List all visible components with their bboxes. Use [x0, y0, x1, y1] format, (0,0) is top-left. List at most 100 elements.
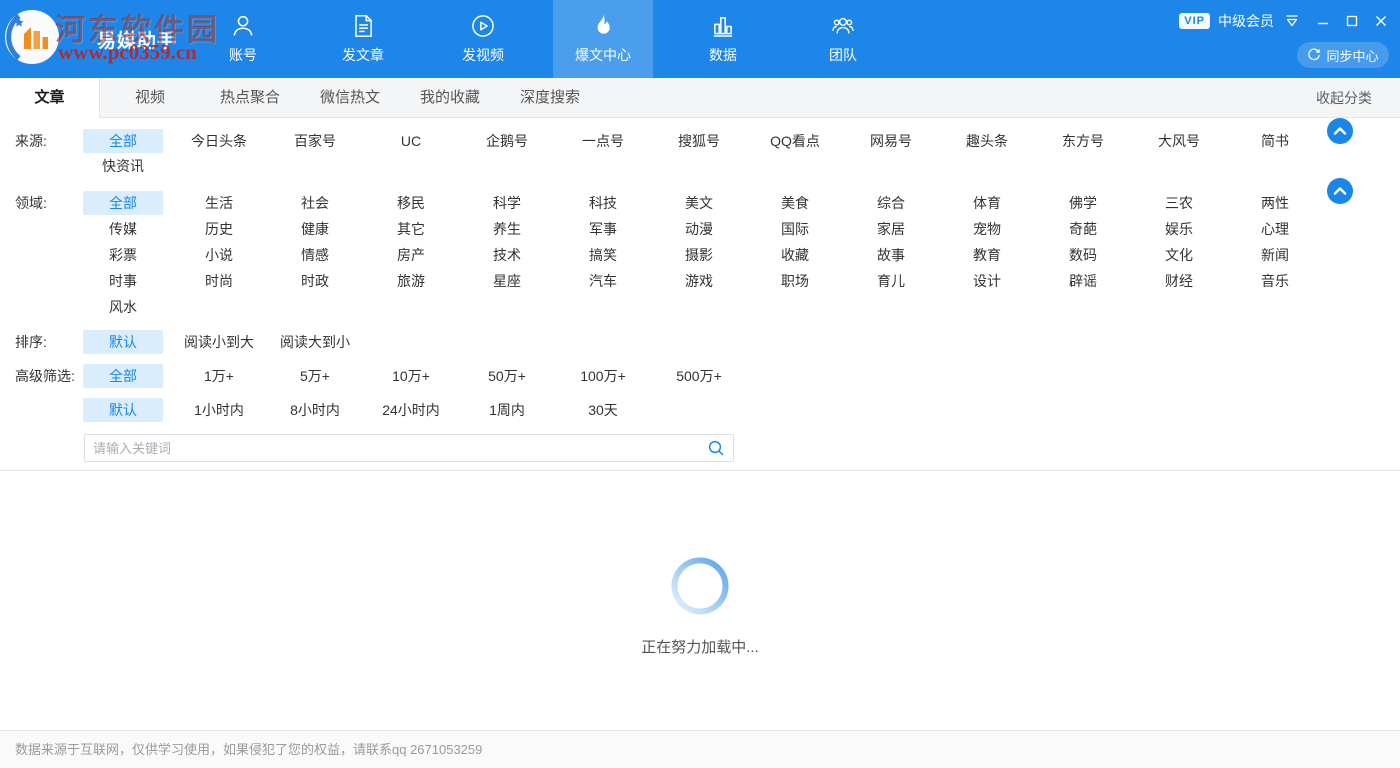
- filter-option-selected[interactable]: 全部: [75, 190, 171, 216]
- filter-option[interactable]: 搜狐号: [651, 128, 747, 153]
- filter-option[interactable]: 育儿: [843, 268, 939, 294]
- filter-option[interactable]: 佛学: [1035, 190, 1131, 216]
- filter-option[interactable]: 故事: [843, 242, 939, 268]
- close-button[interactable]: [1375, 15, 1387, 27]
- filter-option-selected[interactable]: 默认: [75, 325, 171, 359]
- filter-option[interactable]: 收藏: [747, 242, 843, 268]
- collapse-category-button[interactable]: [1327, 178, 1353, 204]
- filter-option[interactable]: 养生: [459, 216, 555, 242]
- search-icon[interactable]: [707, 439, 725, 457]
- filter-option[interactable]: 百家号: [267, 128, 363, 153]
- filter-option[interactable]: 500万+: [651, 359, 747, 393]
- filter-option[interactable]: 音乐: [1227, 268, 1323, 294]
- nav-item-post-article[interactable]: 发文章: [313, 0, 413, 78]
- filter-option[interactable]: 家居: [843, 216, 939, 242]
- filter-option[interactable]: 星座: [459, 268, 555, 294]
- filter-option[interactable]: 旅游: [363, 268, 459, 294]
- nav-item-account[interactable]: 账号: [193, 0, 293, 78]
- nav-item-hot-articles[interactable]: 爆文中心: [553, 0, 653, 78]
- filter-option[interactable]: 设计: [939, 268, 1035, 294]
- filter-option[interactable]: 阅读大到小: [267, 325, 363, 359]
- filter-option[interactable]: 时政: [267, 268, 363, 294]
- filter-option-selected[interactable]: 全部: [75, 359, 171, 393]
- filter-option[interactable]: 体育: [939, 190, 1035, 216]
- filter-option[interactable]: 东方号: [1035, 128, 1131, 153]
- filter-option[interactable]: 小说: [171, 242, 267, 268]
- nav-item-data[interactable]: 数据: [673, 0, 773, 78]
- filter-option[interactable]: 24小时内: [363, 393, 459, 426]
- filter-option[interactable]: 两性: [1227, 190, 1323, 216]
- filter-option[interactable]: 大风号: [1131, 128, 1227, 153]
- filter-option[interactable]: 国际: [747, 216, 843, 242]
- filter-option[interactable]: 今日头条: [171, 128, 267, 153]
- filter-option[interactable]: 技术: [459, 242, 555, 268]
- filter-option[interactable]: 动漫: [651, 216, 747, 242]
- filter-option[interactable]: 网易号: [843, 128, 939, 153]
- filter-option[interactable]: 职场: [747, 268, 843, 294]
- filter-option[interactable]: 美文: [651, 190, 747, 216]
- filter-option[interactable]: 5万+: [267, 359, 363, 393]
- collapse-source-button[interactable]: [1327, 118, 1353, 144]
- filter-option[interactable]: 教育: [939, 242, 1035, 268]
- filter-option[interactable]: 历史: [171, 216, 267, 242]
- filter-option[interactable]: 其它: [363, 216, 459, 242]
- filter-option[interactable]: 社会: [267, 190, 363, 216]
- filter-option[interactable]: 游戏: [651, 268, 747, 294]
- tab-videos[interactable]: 视频: [100, 78, 200, 118]
- filter-option[interactable]: 50万+: [459, 359, 555, 393]
- collapse-categories-link[interactable]: 收起分类: [1316, 78, 1400, 117]
- filter-option[interactable]: 快资讯: [75, 153, 171, 178]
- nav-item-post-video[interactable]: 发视频: [433, 0, 533, 78]
- filter-option[interactable]: 阅读小到大: [171, 325, 267, 359]
- filter-option[interactable]: 军事: [555, 216, 651, 242]
- filter-option[interactable]: 娱乐: [1131, 216, 1227, 242]
- filter-option[interactable]: 1周内: [459, 393, 555, 426]
- filter-option[interactable]: 趣头条: [939, 128, 1035, 153]
- tab-wechat-hot[interactable]: 微信热文: [300, 78, 400, 118]
- filter-option-selected[interactable]: 全部: [75, 128, 171, 153]
- filter-option[interactable]: 财经: [1131, 268, 1227, 294]
- tab-articles[interactable]: 文章: [0, 78, 100, 119]
- filter-option[interactable]: 10万+: [363, 359, 459, 393]
- filter-option[interactable]: 1万+: [171, 359, 267, 393]
- keyword-search-input[interactable]: [93, 441, 707, 456]
- filter-option[interactable]: 100万+: [555, 359, 651, 393]
- filter-option[interactable]: 一点号: [555, 128, 651, 153]
- filter-option[interactable]: 彩票: [75, 242, 171, 268]
- minimize-button[interactable]: [1317, 15, 1329, 27]
- filter-option[interactable]: 风水: [75, 294, 171, 320]
- filter-option[interactable]: 数码: [1035, 242, 1131, 268]
- filter-option[interactable]: 综合: [843, 190, 939, 216]
- tab-hotspot-aggregation[interactable]: 热点聚合: [200, 78, 300, 118]
- filter-option[interactable]: 传媒: [75, 216, 171, 242]
- filter-option[interactable]: 时尚: [171, 268, 267, 294]
- filter-option[interactable]: 心理: [1227, 216, 1323, 242]
- filter-option[interactable]: QQ看点: [747, 128, 843, 153]
- filter-option[interactable]: 美食: [747, 190, 843, 216]
- filter-option[interactable]: 科技: [555, 190, 651, 216]
- filter-option[interactable]: 新闻: [1227, 242, 1323, 268]
- filter-option[interactable]: 情感: [267, 242, 363, 268]
- filter-option[interactable]: 科学: [459, 190, 555, 216]
- filter-option[interactable]: 摄影: [651, 242, 747, 268]
- filter-option[interactable]: 房产: [363, 242, 459, 268]
- filter-option[interactable]: 1小时内: [171, 393, 267, 426]
- filter-option[interactable]: 奇葩: [1035, 216, 1131, 242]
- filter-option[interactable]: 搞笑: [555, 242, 651, 268]
- filter-option[interactable]: 简书: [1227, 128, 1323, 153]
- filter-option[interactable]: 时事: [75, 268, 171, 294]
- filter-option[interactable]: 汽车: [555, 268, 651, 294]
- tab-my-favorites[interactable]: 我的收藏: [400, 78, 500, 118]
- filter-option[interactable]: 文化: [1131, 242, 1227, 268]
- filter-option[interactable]: 企鹅号: [459, 128, 555, 153]
- sync-center-button[interactable]: 同步中心: [1297, 42, 1389, 68]
- tab-deep-search[interactable]: 深度搜索: [500, 78, 600, 118]
- nav-item-team[interactable]: 团队: [793, 0, 893, 78]
- filter-option[interactable]: 生活: [171, 190, 267, 216]
- filter-option[interactable]: 宠物: [939, 216, 1035, 242]
- maximize-button[interactable]: [1346, 15, 1358, 27]
- filter-option[interactable]: 移民: [363, 190, 459, 216]
- filter-option[interactable]: 8小时内: [267, 393, 363, 426]
- filter-option[interactable]: 辟谣: [1035, 268, 1131, 294]
- filter-option[interactable]: UC: [363, 128, 459, 153]
